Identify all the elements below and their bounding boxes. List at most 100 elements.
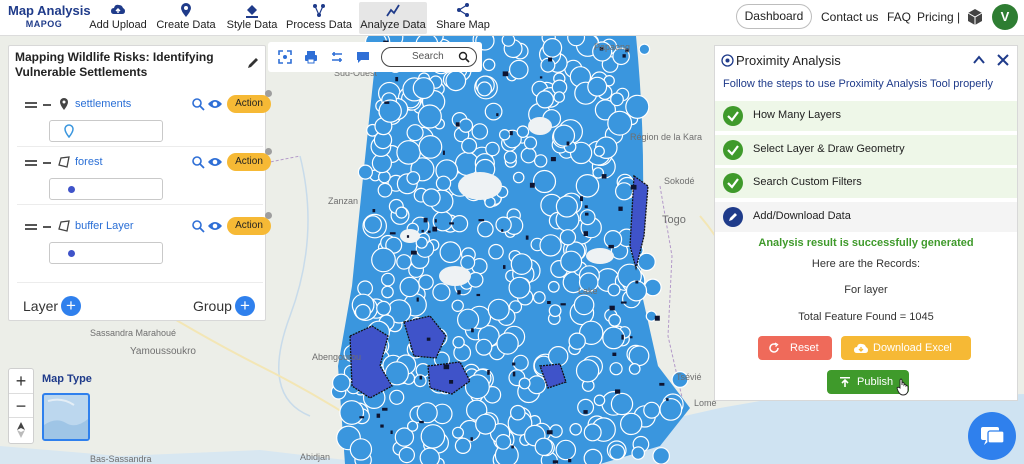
- settlement-point[interactable]: [502, 71, 509, 77]
- print-icon[interactable]: [304, 50, 318, 64]
- settlement-point[interactable]: [455, 122, 460, 127]
- settlement-point[interactable]: [560, 303, 566, 306]
- settlement-point[interactable]: [503, 265, 506, 269]
- add-group-button[interactable]: +: [235, 296, 255, 316]
- layer-style-swatch[interactable]: [49, 178, 163, 200]
- layer-action-button[interactable]: Action: [227, 217, 271, 235]
- settlement-point[interactable]: [419, 420, 424, 424]
- faq-link[interactable]: FAQ: [887, 10, 911, 24]
- settlement-point[interactable]: [478, 219, 485, 222]
- map-type-thumbnail[interactable]: [42, 393, 90, 441]
- eye-icon[interactable]: [207, 98, 223, 110]
- settlement-point[interactable]: [566, 141, 570, 146]
- cube-icon[interactable]: [966, 8, 984, 26]
- settlement-point[interactable]: [487, 370, 490, 375]
- settlement-point[interactable]: [512, 362, 516, 366]
- nav-process-data[interactable]: Process Data: [286, 2, 352, 34]
- fullscreen-icon[interactable]: [278, 50, 292, 64]
- layer-row[interactable]: buffer Layer Action: [23, 212, 272, 276]
- zoom-to-layer-icon[interactable]: [191, 219, 205, 233]
- layer-action-button[interactable]: Action: [227, 95, 271, 113]
- settlement-point[interactable]: [666, 398, 669, 401]
- nav-create-data[interactable]: Create Data: [155, 2, 217, 34]
- chevron-up-icon[interactable]: [971, 52, 987, 68]
- zoom-out-button[interactable]: −: [9, 393, 33, 417]
- dashboard-button[interactable]: Dashboard: [736, 4, 812, 29]
- collapse-icon[interactable]: [43, 226, 51, 228]
- eye-icon[interactable]: [207, 156, 223, 168]
- contact-link[interactable]: Contact us: [821, 10, 878, 24]
- settlement-point[interactable]: [427, 230, 431, 233]
- settlement-point[interactable]: [432, 226, 438, 232]
- settlement-point[interactable]: [654, 315, 660, 321]
- settlement-point[interactable]: [612, 352, 617, 356]
- settlement-point[interactable]: [434, 219, 437, 223]
- settlement-point[interactable]: [380, 424, 384, 428]
- drag-handle-icon[interactable]: [25, 160, 37, 166]
- app-logo[interactable]: Map Analysis MAPOG: [8, 3, 91, 29]
- collapse-icon[interactable]: [43, 162, 51, 164]
- settlement-point[interactable]: [372, 209, 376, 213]
- add-layer-button[interactable]: +: [61, 296, 81, 316]
- comment-icon[interactable]: [356, 50, 370, 64]
- settlement-point[interactable]: [547, 301, 551, 304]
- settlement-point[interactable]: [419, 375, 423, 380]
- map-search-input[interactable]: Search: [381, 47, 477, 67]
- zoom-in-button[interactable]: +: [9, 369, 33, 393]
- settlement-point[interactable]: [546, 430, 553, 435]
- reset-button[interactable]: Reset: [758, 336, 832, 360]
- settlement-point[interactable]: [395, 77, 399, 82]
- settlement-point[interactable]: [442, 150, 445, 155]
- nav-analyze-data[interactable]: Analyze Data: [359, 2, 427, 34]
- layer-name[interactable]: forest: [75, 156, 103, 168]
- layer-style-swatch[interactable]: [49, 242, 163, 264]
- settlement-point[interactable]: [659, 382, 665, 386]
- settlement-point[interactable]: [423, 217, 428, 223]
- settlement-point[interactable]: [525, 235, 529, 240]
- download-excel-button[interactable]: Download Excel: [841, 336, 971, 360]
- settlement-point[interactable]: [382, 407, 388, 411]
- drag-handle-icon[interactable]: [25, 102, 37, 108]
- settlement-point[interactable]: [476, 293, 481, 297]
- measure-icon[interactable]: [330, 50, 344, 64]
- settlement-point[interactable]: [568, 458, 572, 463]
- drag-handle-icon[interactable]: [25, 224, 37, 230]
- close-icon[interactable]: [995, 52, 1011, 68]
- settlement-point[interactable]: [629, 336, 633, 339]
- north-reset-button[interactable]: [9, 417, 33, 441]
- settlement-point[interactable]: [622, 54, 626, 58]
- pricing-link[interactable]: Pricing |: [917, 10, 960, 24]
- settlement-point[interactable]: [376, 413, 381, 418]
- settlement-point[interactable]: [501, 229, 504, 232]
- settlement-point[interactable]: [601, 174, 607, 179]
- settlement-point[interactable]: [550, 157, 556, 162]
- eye-icon[interactable]: [207, 220, 223, 232]
- settlement-point[interactable]: [470, 437, 473, 441]
- settlement-point[interactable]: [512, 371, 516, 377]
- nav-style-data[interactable]: Style Data: [224, 2, 280, 34]
- settlement-point[interactable]: [585, 212, 589, 216]
- settlement-point[interactable]: [449, 380, 454, 384]
- settlement-point[interactable]: [406, 235, 410, 238]
- settlement-point[interactable]: [615, 389, 621, 394]
- search-icon[interactable]: [458, 51, 470, 63]
- step-add-download[interactable]: Add/Download Data: [715, 202, 1017, 232]
- settlement-point[interactable]: [471, 328, 474, 333]
- step-custom-filters[interactable]: Search Custom Filters: [715, 168, 1017, 198]
- settlement-point[interactable]: [609, 305, 615, 311]
- settlement-point[interactable]: [389, 232, 396, 235]
- settlement-point[interactable]: [529, 182, 535, 188]
- settlement-point[interactable]: [635, 280, 639, 284]
- step-how-many-layers[interactable]: How Many Layers: [715, 101, 1017, 131]
- settlement-point[interactable]: [620, 301, 627, 304]
- nav-add-upload[interactable]: Add Upload: [88, 2, 148, 34]
- layer-style-swatch[interactable]: [49, 120, 163, 142]
- collapse-icon[interactable]: [43, 104, 51, 106]
- settlement-point[interactable]: [618, 206, 623, 211]
- settlement-point[interactable]: [552, 460, 559, 464]
- settlement-point[interactable]: [411, 250, 417, 255]
- settlement-point[interactable]: [580, 196, 583, 202]
- settlement-point[interactable]: [449, 222, 454, 225]
- layer-action-button[interactable]: Action: [227, 153, 271, 171]
- settlement-point[interactable]: [359, 416, 365, 419]
